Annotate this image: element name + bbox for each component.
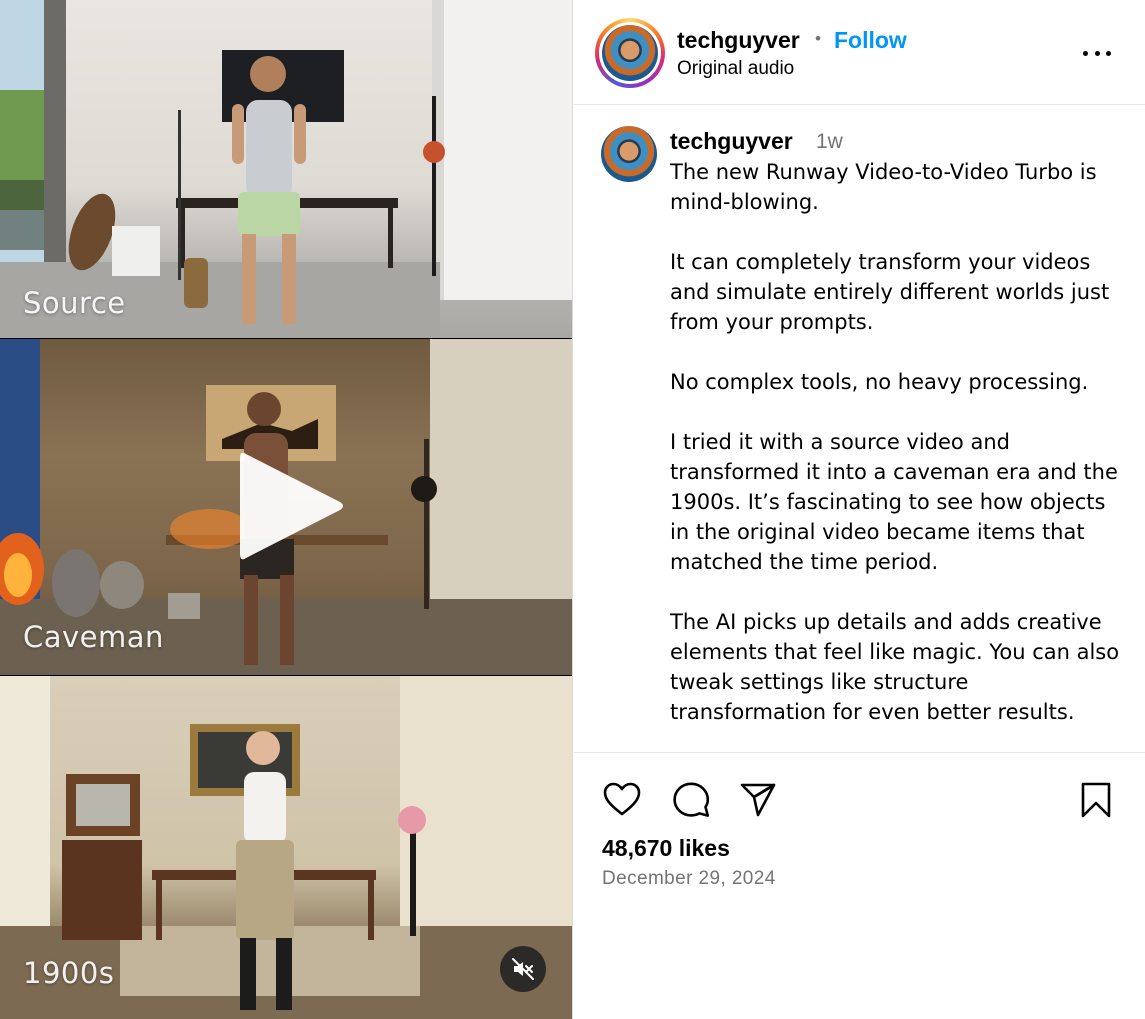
- caption-username[interactable]: techguyver: [670, 128, 793, 155]
- play-icon: [240, 452, 343, 560]
- avatar: [601, 126, 657, 182]
- post-header: techguyver • Follow Original audio: [574, 0, 1145, 105]
- bookmark-icon: [1081, 782, 1111, 818]
- avatar: [602, 25, 658, 81]
- comment-bubble-icon: [673, 782, 710, 817]
- save-button[interactable]: [1076, 780, 1116, 820]
- story-ring-avatar[interactable]: [595, 18, 665, 88]
- caption-scroll-area[interactable]: techguyver 1w The new Runway Video-to-Vi…: [574, 106, 1145, 752]
- panel-label-source: Source: [23, 286, 126, 320]
- post-date[interactable]: December 29, 2024: [602, 868, 776, 890]
- caption-text: The new Runway Video-to-Video Turbo is m…: [670, 160, 1120, 724]
- caption-avatar[interactable]: [601, 126, 657, 182]
- caption-timestamp[interactable]: 1w: [816, 130, 843, 154]
- post-sidebar: techguyver • Follow Original audio techg…: [574, 0, 1145, 1019]
- like-button[interactable]: [602, 780, 642, 820]
- panel-label-caveman: Caveman: [23, 620, 164, 654]
- likes-count[interactable]: 48,670 likes: [602, 835, 730, 862]
- follow-button[interactable]: Follow: [834, 27, 907, 54]
- more-options-button[interactable]: [1079, 40, 1115, 66]
- header-username[interactable]: techguyver: [677, 27, 800, 54]
- paper-plane-icon: [740, 783, 776, 817]
- share-button[interactable]: [738, 780, 778, 820]
- panel-label-1900s: 1900s: [23, 956, 115, 990]
- mute-toggle-button[interactable]: [500, 946, 546, 992]
- muted-speaker-icon: [512, 958, 534, 980]
- divider: [574, 752, 1145, 753]
- comment-button[interactable]: [671, 780, 711, 820]
- video-panel-source: Source: [0, 0, 572, 338]
- separator-dot: •: [815, 29, 821, 48]
- play-button[interactable]: [232, 446, 352, 566]
- heart-icon: [603, 782, 641, 816]
- audio-link[interactable]: Original audio: [677, 58, 794, 80]
- video-panel-1900s: 1900s: [0, 676, 572, 1019]
- post-video[interactable]: Source Caveman 1900s: [0, 0, 573, 1019]
- more-options-icon: [1083, 50, 1088, 56]
